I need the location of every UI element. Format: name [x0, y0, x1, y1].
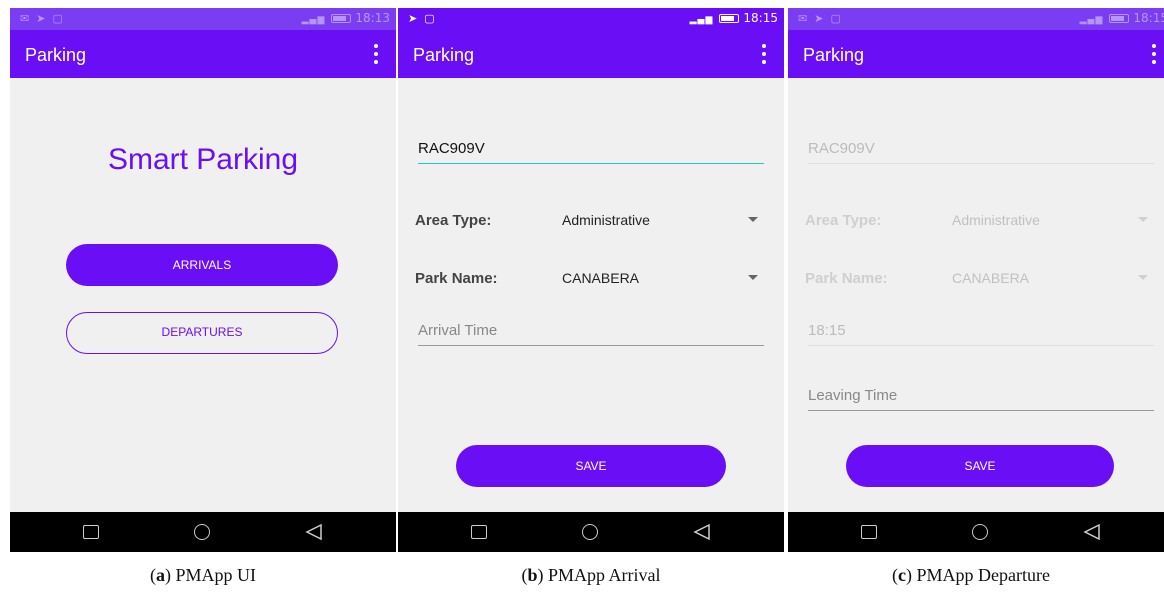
notification-icons: ✉ ➤ ▢ [798, 13, 843, 25]
park-name-label: Park Name: [805, 270, 888, 287]
plate-input[interactable]: RAC909V [418, 136, 764, 164]
caption-letter: a [155, 565, 165, 585]
park-name-label: Park Name: [415, 270, 498, 287]
battery-icon [719, 14, 740, 23]
chevron-down-icon[interactable] [748, 275, 758, 280]
system-nav-bar [398, 512, 784, 552]
status-time: 18:13 [355, 11, 390, 25]
app-title: Parking [803, 45, 865, 65]
phone-screen-departure: ✉ ➤ ▢ ▂▄▆ 18:15 Parking RAC909V Area Type… [788, 8, 1164, 552]
home-icon[interactable] [194, 524, 210, 540]
phone-screen-home: ✉ ➤ ▢ ▂▄▆ 18:13 Parking Smart Parking ARR… [10, 8, 396, 552]
caption-b: (b) PMApp Arrival [521, 565, 661, 585]
home-icon[interactable] [582, 524, 598, 540]
recent-apps-icon[interactable] [471, 525, 487, 539]
app-bar: Parking [788, 30, 1164, 78]
phone-screen-arrival: ➤ ▢ ▂▄▆ 18:15 Parking RAC909V Area Type: … [398, 8, 784, 552]
chevron-down-icon [1138, 217, 1148, 222]
notification-icons: ✉ ➤ ▢ [20, 13, 65, 25]
caption-a: (a) PMApp UI [149, 565, 256, 585]
back-icon[interactable] [1083, 524, 1101, 540]
chevron-down-icon [1138, 275, 1148, 280]
area-type-label: Area Type: [805, 212, 882, 229]
caption-letter: b [527, 565, 538, 585]
app-bar: Parking [10, 30, 396, 78]
recent-apps-icon[interactable] [83, 525, 99, 539]
park-name-select[interactable]: CANABERA [562, 270, 639, 286]
chevron-down-icon[interactable] [748, 217, 758, 222]
overflow-menu-icon[interactable] [1144, 41, 1164, 67]
save-button[interactable]: SAVE [846, 445, 1114, 487]
arrival-time-input[interactable]: Arrival Time [418, 318, 764, 346]
status-bar: ➤ ▢ ▂▄▆ 18:15 [398, 8, 784, 30]
system-nav-bar [10, 512, 396, 552]
save-button[interactable]: SAVE [456, 445, 726, 487]
plate-input: RAC909V [808, 136, 1154, 164]
overflow-menu-icon[interactable] [754, 41, 774, 67]
caption-text: PMApp Arrival [548, 565, 661, 585]
signal-icon: ▂▄▆ [1079, 15, 1104, 25]
leaving-time-input[interactable]: Leaving Time [808, 383, 1154, 411]
notification-icons: ➤ ▢ [408, 13, 437, 25]
status-bar: ✉ ➤ ▢ ▂▄▆ 18:13 [10, 8, 396, 30]
park-name-select: CANABERA [952, 270, 1030, 286]
home-icon[interactable] [972, 524, 988, 540]
area-type-label: Area Type: [415, 212, 492, 229]
signal-icon: ▂▄▆ [301, 15, 326, 25]
app-bar: Parking [398, 30, 784, 78]
app-title: Parking [413, 45, 475, 65]
status-bar: ✉ ➤ ▢ ▂▄▆ 18:15 [788, 8, 1164, 30]
status-time: 18:15 [1133, 11, 1164, 25]
back-icon[interactable] [693, 524, 711, 540]
signal-icon: ▂▄▆ [689, 15, 714, 25]
back-icon[interactable] [305, 524, 323, 540]
arrivals-button[interactable]: ARRIVALS [66, 244, 338, 286]
battery-icon [331, 14, 352, 23]
page-heading: Smart Parking [107, 143, 299, 176]
caption-text: PMApp UI [175, 565, 256, 585]
battery-icon [1109, 14, 1130, 23]
caption-text: PMApp Departure [916, 565, 1050, 585]
departures-button[interactable]: DEPARTURES [66, 312, 338, 354]
app-title: Parking [25, 45, 87, 65]
area-type-select[interactable]: Administrative [562, 212, 650, 228]
caption-c: (c) PMApp Departure [892, 565, 1050, 585]
area-type-select: Administrative [952, 212, 1040, 228]
caption-letter: c [898, 565, 906, 585]
overflow-menu-icon[interactable] [366, 41, 386, 67]
system-nav-bar [788, 512, 1164, 552]
recent-apps-icon[interactable] [861, 525, 877, 539]
status-time: 18:15 [743, 11, 778, 25]
arrival-time-input: 18:15 [808, 318, 1154, 346]
